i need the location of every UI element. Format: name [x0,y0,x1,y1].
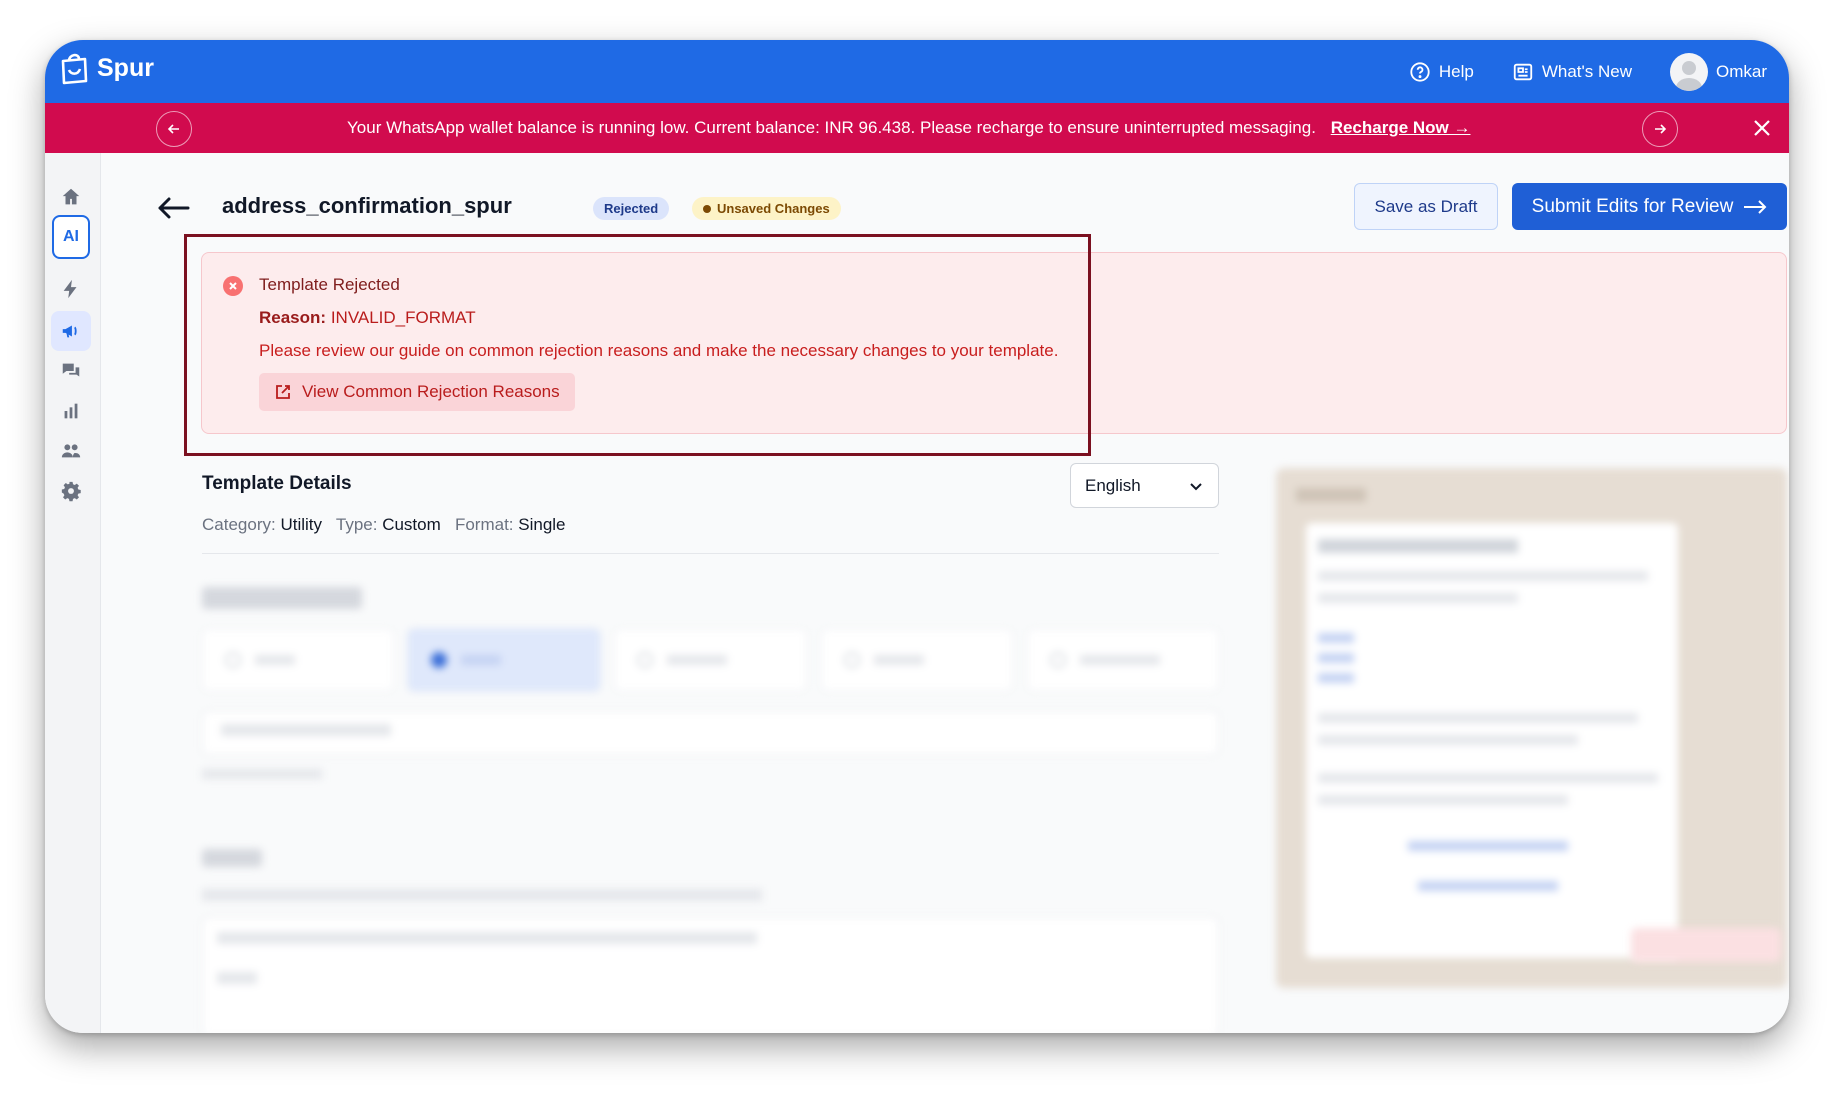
user-menu[interactable]: Omkar [1670,52,1767,91]
blurred-text [202,889,762,901]
blurred-counter [202,769,322,779]
blurred-body-box[interactable] [202,917,1219,1033]
close-icon[interactable] [1749,115,1775,141]
top-right-links: Help What's New Omkar [1409,40,1767,103]
chat-icon [62,363,80,377]
header-option[interactable] [1026,629,1220,691]
home-icon [62,188,80,205]
type-value: Custom [382,515,441,534]
banner-text: Your WhatsApp wallet balance is running … [347,118,1316,137]
help-icon [1410,61,1430,82]
sidebar-item-ai[interactable]: AI [52,215,90,259]
newspaper-icon [1513,63,1533,80]
blurred-editor [202,573,1220,1033]
banner-next-button[interactable] [1642,111,1678,147]
whats-new-label: What's New [1541,61,1632,81]
header-option[interactable] [408,629,601,691]
view-reasons-label: View Common Rejection Reasons [302,382,560,401]
format-value: Single [518,515,566,534]
submit-label: Submit Edits for Review [1531,195,1734,217]
reason-label: Reason: [259,308,327,327]
blurred-heading [202,849,262,867]
template-meta: Category: Utility Type: Custom Format: S… [202,515,566,535]
language-value: English [1085,475,1141,495]
format-label: Format: [454,515,514,534]
low-balance-banner: Your WhatsApp wallet balance is running … [45,103,1789,153]
sidebar-item-analytics[interactable] [51,391,91,431]
avatar [1670,52,1708,91]
user-name: Omkar [1716,61,1767,81]
header-option[interactable] [820,629,1013,691]
help-label: Help [1438,61,1474,81]
category-label: Category: [202,515,276,534]
app-window: Spur Help What's New Omkar Your WhatsApp… [45,40,1789,1033]
bar-chart-icon [64,403,78,419]
type-label: Type: [335,515,378,534]
rejection-reason: Reason: INVALID_FORMAT [259,308,476,328]
external-link-icon [276,385,290,399]
language-select[interactable]: English [1070,463,1219,508]
dot-icon [703,204,711,213]
page-title: address_confirmation_spur [222,193,512,218]
category-value: Utility [280,515,322,534]
sidebar: AI [45,153,101,1033]
arrow-right-icon [1744,199,1767,214]
blurred-preview [1276,468,1787,988]
sidebar-item-home[interactable] [51,177,91,217]
divider [202,553,1219,554]
whats-new-link[interactable]: What's New [1512,61,1632,83]
help-link[interactable]: Help [1409,61,1474,83]
blurred-heading [202,587,362,609]
chevron-down-icon [1190,482,1202,490]
main-content: address_confirmation_spur Rejected Unsav… [101,153,1789,1033]
rejection-title: Template Rejected [259,275,400,294]
blurred-preview-title [1296,488,1366,502]
logo[interactable]: Spur [59,50,154,86]
lightning-icon [63,279,77,299]
sidebar-item-settings[interactable] [51,471,91,511]
back-arrow-icon[interactable] [154,193,194,223]
rejection-description: Please review our guide on common reject… [259,341,1059,360]
recharge-now-link[interactable]: Recharge Now → [1331,118,1471,137]
reason-value: INVALID_FORMAT [330,308,476,327]
error-circle-icon [223,276,243,296]
ai-icon: AI [63,228,79,245]
blurred-input[interactable] [202,711,1219,755]
blurred-badge [1631,928,1781,962]
header-option[interactable] [614,629,807,691]
sidebar-item-contacts[interactable] [51,431,91,471]
app-name: Spur [97,53,154,82]
shopping-bag-logo-icon [61,53,88,85]
header-options [202,629,1220,691]
save-as-draft-button[interactable]: Save as Draft [1354,183,1498,230]
gear-icon [61,481,81,502]
banner-prev-button[interactable] [156,111,192,147]
view-rejection-reasons-button[interactable]: View Common Rejection Reasons [259,373,575,411]
rejection-alert: Template Rejected Reason: INVALID_FORMAT… [201,252,1787,434]
header-option[interactable] [202,629,395,691]
sidebar-item-automation[interactable] [51,269,91,309]
banner-message: Your WhatsApp wallet balance is running … [347,118,1471,138]
sidebar-item-inbox[interactable] [51,351,91,391]
unsaved-label: Unsaved Changes [717,201,830,216]
template-details-title: Template Details [202,473,352,494]
users-icon [61,444,81,458]
submit-edits-button[interactable]: Submit Edits for Review [1512,183,1787,230]
status-badge: Rejected [593,197,670,220]
blurred-preview-bubble [1306,523,1678,958]
megaphone-icon [62,325,77,338]
arrow-left-icon [167,124,179,134]
unsaved-changes-badge: Unsaved Changes [692,197,841,220]
top-bar: Spur Help What's New Omkar [45,40,1789,103]
sidebar-item-campaigns[interactable] [51,311,91,351]
arrow-right-icon [1655,124,1667,134]
